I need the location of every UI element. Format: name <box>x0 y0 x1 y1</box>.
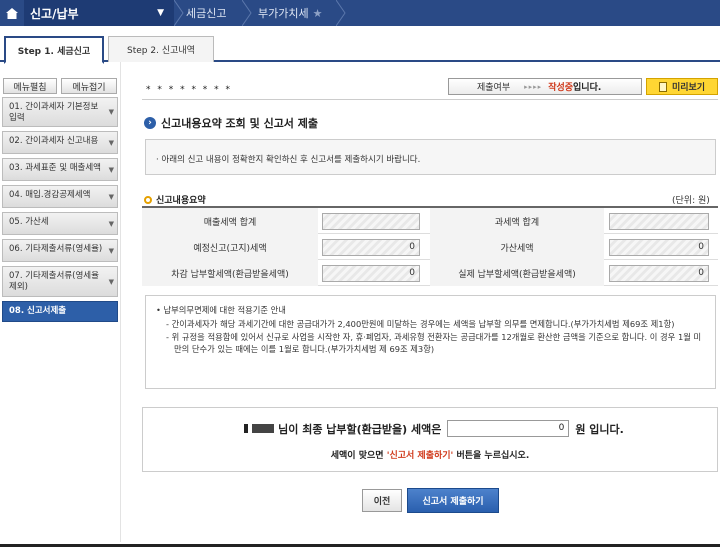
section-title-text: 신고내용요약 조회 및 신고서 제출 <box>161 117 318 130</box>
sidebar-item-basic-info[interactable]: 01. 간이과세자 기본정보 입력 ▼ <box>2 97 118 127</box>
status-tail: 입니다. <box>573 83 602 93</box>
arrows-icon: ▸▸▸▸ <box>524 82 543 91</box>
notice-box: · 아래의 신고 내용이 정확한지 확인하신 후 신고서를 제출하시기 바랍니다… <box>145 139 716 175</box>
breadcrumb-label: 세금신고 <box>186 7 227 20</box>
table-row: 예정신고(고지)세액 0 가산세액 0 <box>142 234 718 260</box>
top-nav-bar: 신고/납부 ▼ 세금신고 부가가치세 ★ <box>0 0 720 26</box>
sidebar-item-other-non-zero-rate[interactable]: 07. 기타제출서류(영세율 제외) ▼ <box>2 266 118 297</box>
table-row: 차감 납부할세액(환급받을세액) 0 실제 납부할세액(환급받을세액) 0 <box>142 260 718 286</box>
sidebar-item-label: 03. 과세표준 및 매출세액 <box>9 163 102 173</box>
sidebar-item-penalty[interactable]: 05. 가산세 ▼ <box>2 212 118 235</box>
divider <box>142 99 718 100</box>
penalty-tax-field: 0 <box>609 239 709 256</box>
breadcrumb-tax-return[interactable]: 세금신고 <box>186 0 226 26</box>
breadcrumb-separator-icon <box>336 0 346 26</box>
final-suffix: 원 입니다. <box>575 422 624 436</box>
sidebar-item-label: 05. 가산세 <box>9 217 49 227</box>
exemption-guide: • 납부의무면제에 대한 적용기준 안내 - 간이과세자가 해당 과세기간에 대… <box>145 295 716 389</box>
final-amount-box: 님이 최종 납부할(환급받을) 세액은 0 원 입니다. 세액이 맞으면 '신고… <box>142 407 718 472</box>
status-value: 작성중 <box>548 83 574 93</box>
sidebar-menu: 01. 간이과세자 기본정보 입력 ▼ 02. 간이과세자 신고내용 ▼ 03. 과… <box>2 97 118 326</box>
tax-total-field <box>609 213 709 230</box>
table-row: 매출세액 합계 과세액 합계 <box>142 208 718 234</box>
masked-name <box>236 424 275 433</box>
document-icon <box>658 81 667 92</box>
prev-button[interactable]: 이전 <box>362 489 402 512</box>
chevron-down-icon: ▼ <box>157 8 164 18</box>
summary-table: 매출세액 합계 과세액 합계 예정신고(고지)세액 0 가산세액 0 차감 납부… <box>142 206 718 286</box>
home-icon[interactable] <box>0 0 24 26</box>
chevron-down-icon: ▼ <box>108 219 114 228</box>
net-payable-field: 0 <box>322 265 420 282</box>
menu-dropdown[interactable]: 신고/납부 ▼ <box>24 0 174 26</box>
summary-title-text: 신고내용요약 <box>156 196 206 206</box>
sales-tax-total-field <box>322 213 420 230</box>
tab-step2[interactable]: Step 2. 신고내역 <box>108 36 214 62</box>
breadcrumb-vat[interactable]: 부가가치세 ★ <box>258 0 322 26</box>
status-label: 제출여부 <box>477 83 511 93</box>
sidebar-item-label: 08. 신고서제출 <box>9 306 67 316</box>
confirm-highlight: '신고서 제출하기' <box>386 451 454 461</box>
breadcrumb-separator-icon <box>174 0 184 26</box>
breadcrumb-separator-icon <box>242 0 252 26</box>
final-amount-field: 0 <box>447 420 570 437</box>
tab-step1[interactable]: Step 1. 세금신고 <box>4 36 104 64</box>
confirm-post: 버튼을 누르십시오. <box>453 451 530 461</box>
unit-label: (단위: 원) <box>672 196 710 206</box>
confirm-pre: 세액이 맞으면 <box>330 451 387 461</box>
prelim-tax-field: 0 <box>322 239 420 256</box>
prelim-tax-label: 예정신고(고지)세액 <box>142 234 318 260</box>
net-payable-label: 차감 납부할세액(환급받을세액) <box>142 260 318 286</box>
sidebar-item-tax-base[interactable]: 03. 과세표준 및 매출세액 ▼ <box>2 158 118 181</box>
section-title: › 신고내용요약 조회 및 신고서 제출 <box>144 115 318 131</box>
breadcrumb-label: 부가가치세 <box>258 7 309 20</box>
confirm-text: 세액이 맞으면 '신고서 제출하기' 버튼을 누르십시오. <box>143 448 717 461</box>
bullet-icon <box>144 195 152 204</box>
sidebar-item-label: 04. 매입.경감공제세액 <box>9 190 91 200</box>
guide-title: • 납부의무면제에 대한 적용기준 안내 <box>156 305 286 315</box>
sidebar-item-label: 07. 기타제출서류(영세율 제외) <box>9 271 99 292</box>
sidebar-item-label: 06. 기타제출서류(영세율) <box>9 244 103 254</box>
sidebar-item-submit[interactable]: 08. 신고서제출 <box>2 301 118 322</box>
final-amount-line: 님이 최종 납부할(환급받을) 세액은 0 원 입니다. <box>143 420 717 437</box>
sidebar-item-label: 01. 간이과세자 기본정보 입력 <box>9 102 99 123</box>
actual-payable-field: 0 <box>609 265 709 282</box>
preview-button[interactable]: 미리보기 <box>646 78 718 95</box>
star-icon[interactable]: ★ <box>313 7 323 20</box>
chevron-down-icon: ▼ <box>108 277 114 286</box>
submission-status: 제출여부 ▸▸▸▸ 작성중 입니다. <box>448 78 642 95</box>
sidebar-item-other-zero-rate[interactable]: 06. 기타제출서류(영세율) ▼ <box>2 239 118 262</box>
chevron-down-icon: ▼ <box>108 165 114 174</box>
sidebar-item-label: 02. 간이과세자 신고내용 <box>9 136 99 146</box>
chevron-down-icon: ▼ <box>108 138 114 147</box>
sidebar-item-deduction[interactable]: 04. 매입.경감공제세액 ▼ <box>2 185 118 208</box>
chevron-down-icon: ▼ <box>108 246 114 255</box>
penalty-tax-label: 가산세액 <box>430 234 604 260</box>
chevron-down-icon: ▼ <box>108 192 114 201</box>
expand-menu-button[interactable]: 메뉴펼침 <box>3 78 57 94</box>
chevron-down-icon: ▼ <box>108 108 114 116</box>
divider <box>120 62 121 542</box>
summary-title: 신고내용요약 <box>144 193 206 206</box>
submit-return-button[interactable]: 신고서 제출하기 <box>407 488 499 513</box>
menu-title: 신고/납부 <box>30 6 79 21</box>
sales-tax-total-label: 매출세액 합계 <box>142 208 318 234</box>
tax-total-label: 과세액 합계 <box>430 208 604 234</box>
actual-payable-label: 실제 납부할세액(환급받을세액) <box>430 260 604 286</box>
guide-item: - 위 규정을 적용함에 있어서 신규로 사업을 시작한 자, 휴·폐업자, 과… <box>166 332 702 354</box>
arrow-circle-icon: › <box>144 117 156 129</box>
guide-item: - 간이과세자가 해당 과세기간에 대한 공급대가가 2,400만원에 미달하는… <box>166 319 675 329</box>
preview-label: 미리보기 <box>671 83 706 93</box>
final-prefix: 님이 최종 납부할(환급받을) 세액은 <box>278 422 442 436</box>
collapse-menu-button[interactable]: 메뉴접기 <box>61 78 117 94</box>
step-tabs: Step 1. 세금신고 Step 2. 신고내역 <box>0 36 720 64</box>
user-name-masked: * * * * * * * * <box>146 85 233 95</box>
sidebar-item-report-content[interactable]: 02. 간이과세자 신고내용 ▼ <box>2 131 118 154</box>
